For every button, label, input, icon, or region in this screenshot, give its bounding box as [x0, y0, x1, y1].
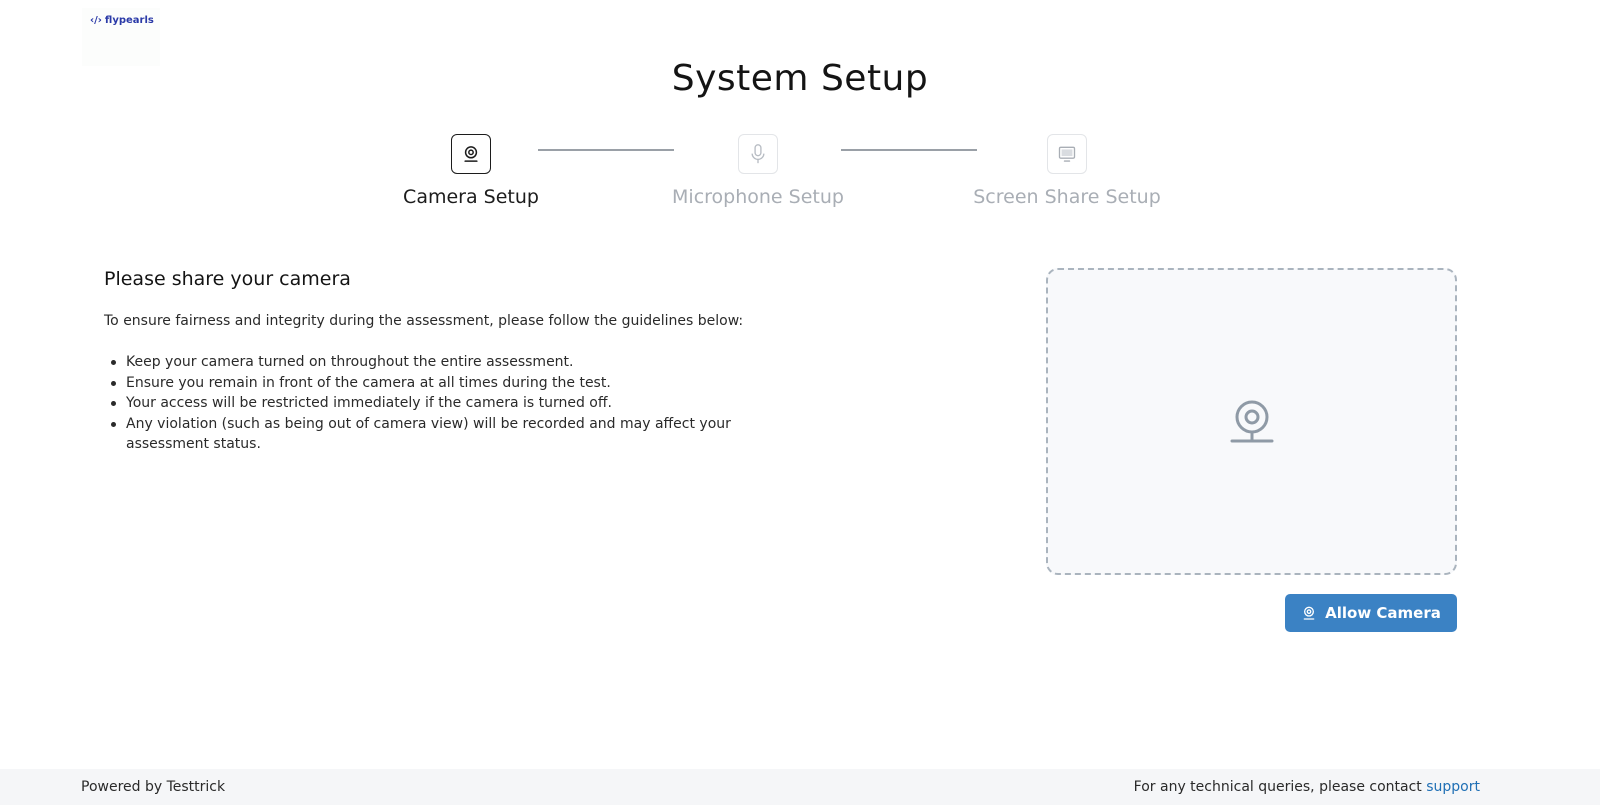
brand-logo-text: flypearls — [104, 15, 154, 26]
step-screen-share-label: Screen Share Setup — [973, 186, 1161, 208]
allow-camera-button[interactable]: Allow Camera — [1285, 594, 1457, 632]
step-connector — [538, 149, 674, 151]
code-bracket-icon: ‹/› — [90, 15, 102, 26]
step-connector — [841, 149, 977, 151]
setup-stepper: Camera Setup Microphone Setup Screen Sha… — [0, 134, 1600, 224]
list-item: Any violation (such as being out of came… — [111, 414, 746, 455]
list-item: Your access will be restricted immediate… — [111, 393, 746, 414]
support-prefix: For any technical queries, please contac… — [1133, 779, 1427, 795]
step-microphone-label: Microphone Setup — [672, 186, 844, 208]
list-item: Keep your camera turned on throughout th… — [111, 352, 746, 373]
page-title: System Setup — [671, 58, 929, 99]
monitor-icon — [1047, 134, 1087, 174]
step-microphone: Microphone Setup — [672, 134, 844, 208]
guidelines-list: Keep your camera turned on throughout th… — [111, 352, 746, 455]
powered-by-text: Powered by Testtrick — [81, 779, 226, 795]
microphone-icon — [738, 134, 778, 174]
step-camera: Camera Setup — [403, 134, 539, 208]
support-notice: For any technical queries, please contac… — [1134, 779, 1480, 795]
step-camera-label: Camera Setup — [403, 186, 539, 208]
allow-camera-label: Allow Camera — [1325, 604, 1441, 622]
webcam-icon — [1303, 606, 1315, 620]
footer: Powered by Testtrick For any technical q… — [0, 769, 1600, 805]
camera-preview — [1046, 268, 1457, 575]
list-item: Ensure you remain in front of the camera… — [111, 373, 746, 394]
webcam-icon — [1230, 400, 1273, 442]
webcam-icon — [451, 134, 491, 174]
support-link[interactable]: support — [1426, 779, 1480, 795]
section-heading: Please share your camera — [104, 268, 351, 290]
step-screen-share: Screen Share Setup — [973, 134, 1161, 208]
guidelines-intro: To ensure fairness and integrity during … — [104, 313, 744, 329]
